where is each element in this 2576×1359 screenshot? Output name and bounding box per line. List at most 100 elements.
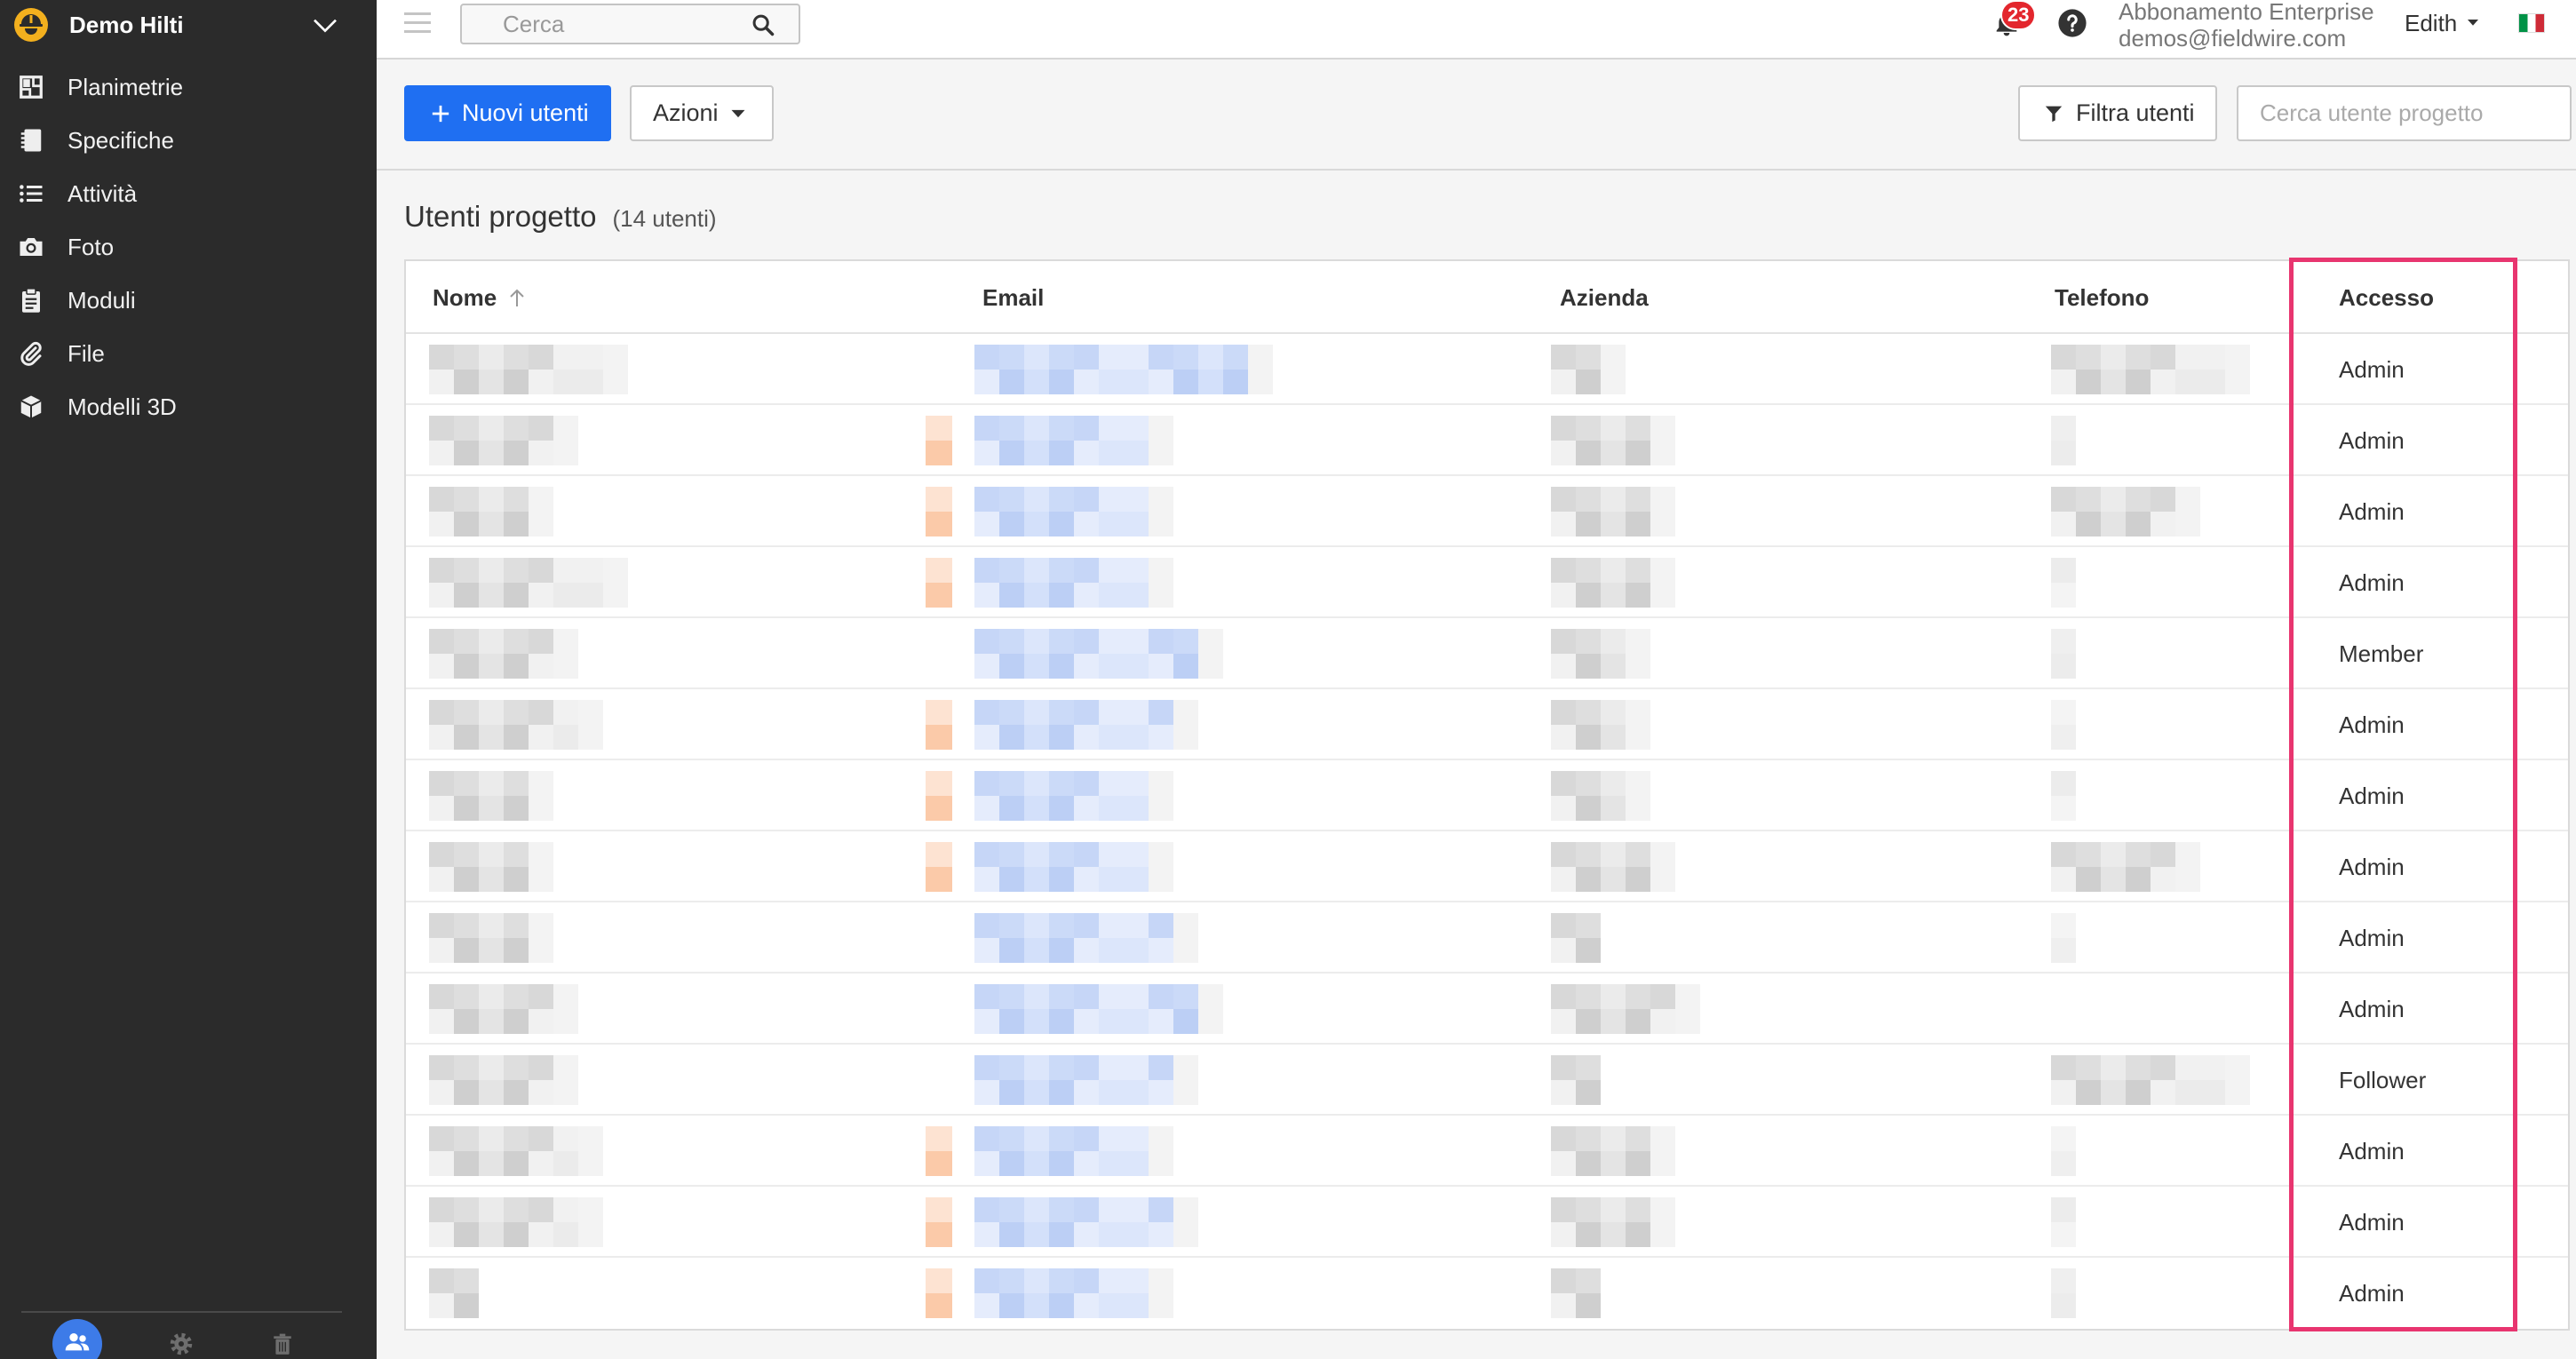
- redacted-email: [974, 487, 1173, 536]
- sidebar-item-specifiche[interactable]: Specifiche: [0, 114, 377, 167]
- table-row[interactable]: Admin: [406, 760, 2568, 831]
- table-row[interactable]: Admin: [406, 1258, 2568, 1329]
- column-header-nome[interactable]: Nome: [433, 285, 525, 310]
- sidebar-item-moduli[interactable]: Moduli: [0, 274, 377, 327]
- access-level[interactable]: Admin: [2339, 1210, 2405, 1235]
- redacted-name: [429, 842, 553, 892]
- column-header-accesso[interactable]: Accesso: [2339, 285, 2434, 310]
- sidebar-item-label: Specifiche: [68, 127, 174, 154]
- access-level[interactable]: Admin: [2339, 854, 2405, 879]
- redacted-marker: [926, 1126, 952, 1176]
- page-title: Utenti progetto (14 utenti): [404, 201, 717, 234]
- floorplan-icon: [18, 74, 44, 100]
- redacted-marker: [926, 487, 952, 536]
- sidebar-item-label: Planimetrie: [68, 74, 184, 100]
- trash-icon[interactable]: [271, 1331, 294, 1356]
- access-level[interactable]: Admin: [2339, 570, 2405, 595]
- access-level[interactable]: Admin: [2339, 783, 2405, 808]
- redacted-email: [974, 345, 1273, 394]
- table-row[interactable]: Follower: [406, 1045, 2568, 1116]
- redacted-phone: [2051, 1126, 2076, 1176]
- global-search-box: [460, 4, 800, 44]
- search-icon[interactable]: [751, 12, 775, 37]
- notification-badge[interactable]: 23: [2000, 0, 2037, 30]
- sidebar-footer-divider: [21, 1311, 342, 1313]
- table-row[interactable]: Admin: [406, 902, 2568, 974]
- access-level[interactable]: Member: [2339, 641, 2423, 666]
- project-user-search-input[interactable]: [2237, 85, 2572, 141]
- sidebar-item-planimetrie[interactable]: Planimetrie: [0, 60, 377, 114]
- redacted-phone: [2051, 345, 2250, 394]
- redacted-company: [1551, 913, 1601, 963]
- column-header-label: Nome: [433, 284, 497, 311]
- new-users-label: Nuovi utenti: [462, 99, 589, 126]
- table-row[interactable]: Admin: [406, 476, 2568, 547]
- hamburger-icon[interactable]: [404, 12, 431, 34]
- redacted-phone: [2051, 487, 2200, 536]
- redacted-name: [429, 913, 553, 963]
- redacted-name: [429, 1268, 479, 1318]
- sidebar-nav: Planimetrie Specifiche Attività Foto Mod…: [0, 60, 377, 433]
- column-header-label: Azienda: [1560, 284, 1649, 311]
- redacted-company: [1551, 700, 1650, 750]
- gear-icon[interactable]: [169, 1331, 194, 1356]
- table-row[interactable]: Admin: [406, 1116, 2568, 1187]
- access-level[interactable]: Admin: [2339, 997, 2405, 1021]
- access-level[interactable]: Admin: [2339, 357, 2405, 382]
- redacted-phone: [2051, 913, 2076, 963]
- redacted-email: [974, 1126, 1173, 1176]
- filter-users-button[interactable]: Filtra utenti: [2018, 85, 2217, 141]
- access-level[interactable]: Admin: [2339, 1281, 2405, 1306]
- account-email: demos@fieldwire.com: [2119, 25, 2347, 52]
- table-row[interactable]: Admin: [406, 689, 2568, 760]
- sidebar-item-file[interactable]: File: [0, 327, 377, 380]
- notebook-icon: [18, 127, 44, 154]
- redacted-name: [429, 1126, 603, 1176]
- table-row[interactable]: Admin: [406, 831, 2568, 902]
- redacted-phone: [2051, 700, 2076, 750]
- actions-dropdown[interactable]: Azioni: [630, 85, 774, 141]
- column-header-azienda[interactable]: Azienda: [1560, 285, 1649, 310]
- table-row[interactable]: Admin: [406, 1187, 2568, 1258]
- user-name: Edith: [2405, 10, 2458, 36]
- help-icon[interactable]: [2057, 8, 2087, 38]
- access-level[interactable]: Admin: [2339, 428, 2405, 453]
- project-switcher[interactable]: Demo Hilti: [0, 0, 377, 52]
- sidebar-item-attivita[interactable]: Attività: [0, 167, 377, 220]
- table-row[interactable]: Member: [406, 618, 2568, 689]
- column-header-telefono[interactable]: Telefono: [2055, 285, 2149, 310]
- redacted-email: [974, 558, 1173, 608]
- redacted-marker: [926, 416, 952, 465]
- redacted-company: [1551, 842, 1675, 892]
- camera-icon: [18, 234, 44, 260]
- table-row[interactable]: Admin: [406, 974, 2568, 1045]
- new-users-button[interactable]: Nuovi utenti: [404, 85, 611, 141]
- access-level[interactable]: Admin: [2339, 499, 2405, 524]
- plus-icon: [432, 105, 449, 122]
- redacted-name: [429, 416, 578, 465]
- redacted-company: [1551, 771, 1650, 821]
- sidebar-item-modelli-3d[interactable]: Modelli 3D: [0, 380, 377, 433]
- table-row[interactable]: Admin: [406, 547, 2568, 618]
- redacted-marker: [926, 771, 952, 821]
- redacted-email: [974, 416, 1173, 465]
- global-search-input[interactable]: [462, 5, 799, 43]
- users-icon[interactable]: [52, 1319, 102, 1359]
- redacted-email: [974, 1268, 1173, 1318]
- sidebar-item-label: Attività: [68, 180, 138, 207]
- access-level[interactable]: Follower: [2339, 1068, 2426, 1093]
- redacted-name: [429, 629, 578, 679]
- sidebar-item-foto[interactable]: Foto: [0, 220, 377, 274]
- redacted-marker: [926, 700, 952, 750]
- table-row[interactable]: Admin: [406, 334, 2568, 405]
- access-level[interactable]: Admin: [2339, 1139, 2405, 1164]
- column-header-email[interactable]: Email: [982, 285, 1044, 310]
- sidebar-item-label: Modelli 3D: [68, 393, 177, 420]
- redacted-company: [1551, 1197, 1675, 1247]
- access-level[interactable]: Admin: [2339, 712, 2405, 737]
- table-row[interactable]: Admin: [406, 405, 2568, 476]
- redacted-name: [429, 558, 628, 608]
- italy-flag-icon[interactable]: [2519, 14, 2544, 32]
- toolbar-divider: [377, 169, 2576, 171]
- access-level[interactable]: Admin: [2339, 926, 2405, 950]
